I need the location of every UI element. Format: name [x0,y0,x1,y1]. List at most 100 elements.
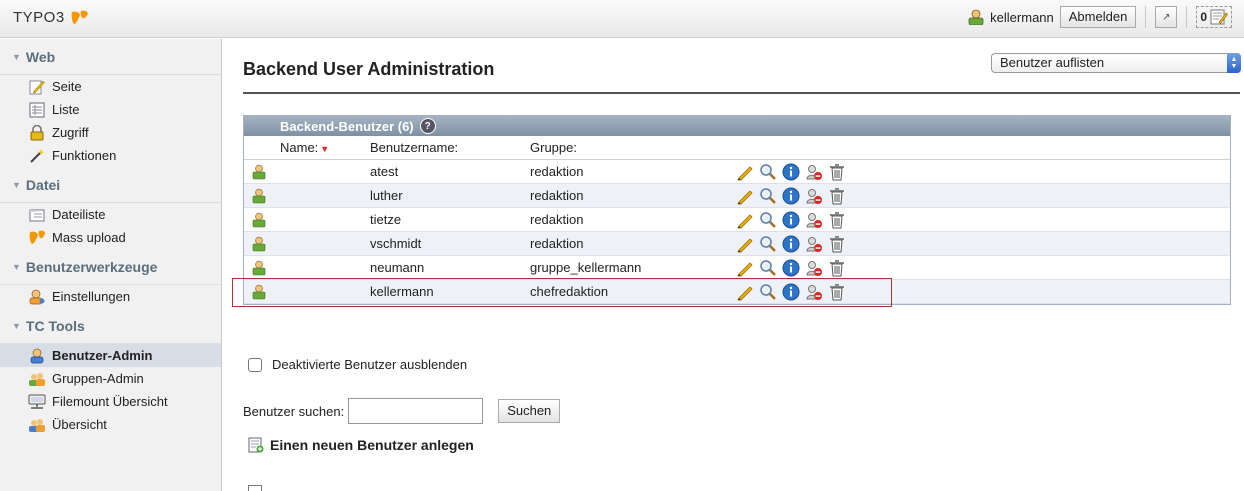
disable-user-icon[interactable] [804,259,824,277]
magnifier-icon[interactable] [758,259,778,277]
sidebar-item-zugriff[interactable]: Zugriff [0,121,221,144]
edit-pencil-icon[interactable] [735,235,755,253]
edit-pencil-icon[interactable] [735,163,755,181]
disable-user-icon[interactable] [804,187,824,205]
magnifier-icon[interactable] [758,283,778,301]
info-icon[interactable] [781,235,801,253]
table-row[interactable]: tietze redaktion [244,208,1230,232]
sidebar-item-filemount-uebersicht[interactable]: Filemount Übersicht [0,390,221,413]
collapse-triangle-icon: ▼ [12,320,21,331]
current-user[interactable]: kellermann [967,9,1054,25]
row-actions [735,163,847,181]
disable-user-icon[interactable] [804,211,824,229]
create-new-user-label: Einen neuen Benutzer anlegen [270,437,474,453]
partial-checkbox[interactable] [248,485,262,491]
content-area: Backend User Administration Benutzer auf… [232,39,1244,491]
magnifier-icon[interactable] [758,163,778,181]
sidebar-item-label: Seite [52,79,82,94]
lock-icon [28,124,46,141]
overview-users-icon [28,417,46,433]
table-row[interactable]: neumann gruppe_kellermann [244,256,1230,280]
section-datei[interactable]: ▼ Datei [0,167,221,203]
magnifier-icon[interactable] [758,211,778,229]
row-group: redaktion [530,164,584,179]
user-icon [244,236,280,252]
section-tc-tools[interactable]: ▼ TC Tools [0,308,221,344]
logout-button[interactable]: Abmelden [1059,6,1137,28]
column-group-header: Gruppe: [530,140,577,155]
trash-icon[interactable] [827,283,847,301]
workspace-counter[interactable]: 0 [1196,6,1232,28]
typo3-logo[interactable]: TYPO3 [13,9,90,26]
disable-user-icon[interactable] [804,235,824,253]
edit-pencil-icon[interactable] [735,283,755,301]
section-label: TC Tools [25,317,85,334]
edit-pencil-icon[interactable] [735,211,755,229]
page-edit-icon [28,79,46,95]
info-icon[interactable] [781,259,801,277]
user-search: Benutzer suchen: Suchen [243,398,561,424]
server-icon [28,394,46,410]
table-caption-text: Backend-Benutzer (6) [280,118,414,134]
hide-disabled-option[interactable]: Deaktivierte Benutzer ausblenden [248,357,467,372]
backend-users-table: Backend-Benutzer (6) ? Name: ▼ Benutzerna… [243,115,1231,305]
column-name-header[interactable]: Name: ▼ [280,140,370,155]
sidebar-item-liste[interactable]: Liste [0,98,221,121]
create-new-user-link[interactable]: Einen neuen Benutzer anlegen [248,437,474,453]
sidebar-item-benutzer-admin[interactable]: Benutzer-Admin [0,344,221,367]
info-icon[interactable] [781,283,801,301]
search-button[interactable]: Suchen [498,399,561,423]
help-icon[interactable]: ? [419,118,436,134]
folder-list-icon [28,207,46,223]
sidebar-item-uebersicht[interactable]: Übersicht [0,413,221,436]
search-input[interactable] [348,398,484,424]
table-row[interactable]: kellermann chefredaktion [244,280,1230,304]
info-icon[interactable] [781,163,801,181]
table-row[interactable]: atest redaktion [244,160,1230,184]
row-username[interactable]: vschmidt [370,236,530,251]
magnifier-icon[interactable] [758,187,778,205]
user-icon [244,212,280,228]
workspace-count: 0 [1200,10,1207,24]
trash-icon[interactable] [827,211,847,229]
section-label: Datei [25,176,61,193]
function-select[interactable]: Benutzer auflisten ▲ ▼ [991,53,1241,73]
section-benutzerwerkzeuge[interactable]: ▼ Benutzerwerkzeuge [0,249,221,285]
trash-icon[interactable] [827,187,847,205]
row-actions [735,235,847,253]
table-row[interactable]: vschmidt redaktion [244,232,1230,256]
row-username[interactable]: kellermann [370,284,530,299]
open-new-window-button[interactable]: ↗ [1155,6,1178,28]
row-username[interactable]: atest [370,164,530,179]
table-row[interactable]: luther redaktion [244,184,1230,208]
sidebar-item-label: Zugriff [52,125,89,140]
sidebar-item-label: Funktionen [52,148,117,163]
row-username[interactable]: tietze [370,212,530,227]
sidebar-item-gruppen-admin[interactable]: Gruppen-Admin [0,367,221,390]
trash-icon[interactable] [827,163,847,181]
hide-disabled-checkbox[interactable] [248,357,262,372]
info-icon[interactable] [781,187,801,205]
sidebar-item-label: Übersicht [52,417,107,432]
disable-user-icon[interactable] [804,163,824,181]
section-web[interactable]: ▼ Web [0,39,221,75]
edit-pencil-icon[interactable] [735,259,755,277]
edit-pencil-icon[interactable] [735,187,755,205]
row-username[interactable]: luther [370,188,530,203]
trash-icon[interactable] [827,235,847,253]
title-divider [243,92,1240,94]
sidebar-item-dateiliste[interactable]: Dateiliste [0,203,221,226]
magnifier-icon[interactable] [758,235,778,253]
top-bar: TYPO3 kellermann Abmelden ↗ 0 [0,0,1244,38]
disable-user-icon[interactable] [804,283,824,301]
trash-icon[interactable] [827,259,847,277]
sidebar-item-funktionen[interactable]: Funktionen [0,144,221,167]
sidebar-item-einstellungen[interactable]: Einstellungen [0,285,221,308]
sidebar-item-seite[interactable]: Seite [0,75,221,98]
collapse-triangle-icon: ▼ [12,51,21,62]
sidebar-item-label: Gruppen-Admin [52,371,144,386]
typo3-logo-icon [71,10,88,24]
info-icon[interactable] [781,211,801,229]
sidebar-item-mass-upload[interactable]: Mass upload [0,226,221,249]
row-username[interactable]: neumann [370,260,530,275]
